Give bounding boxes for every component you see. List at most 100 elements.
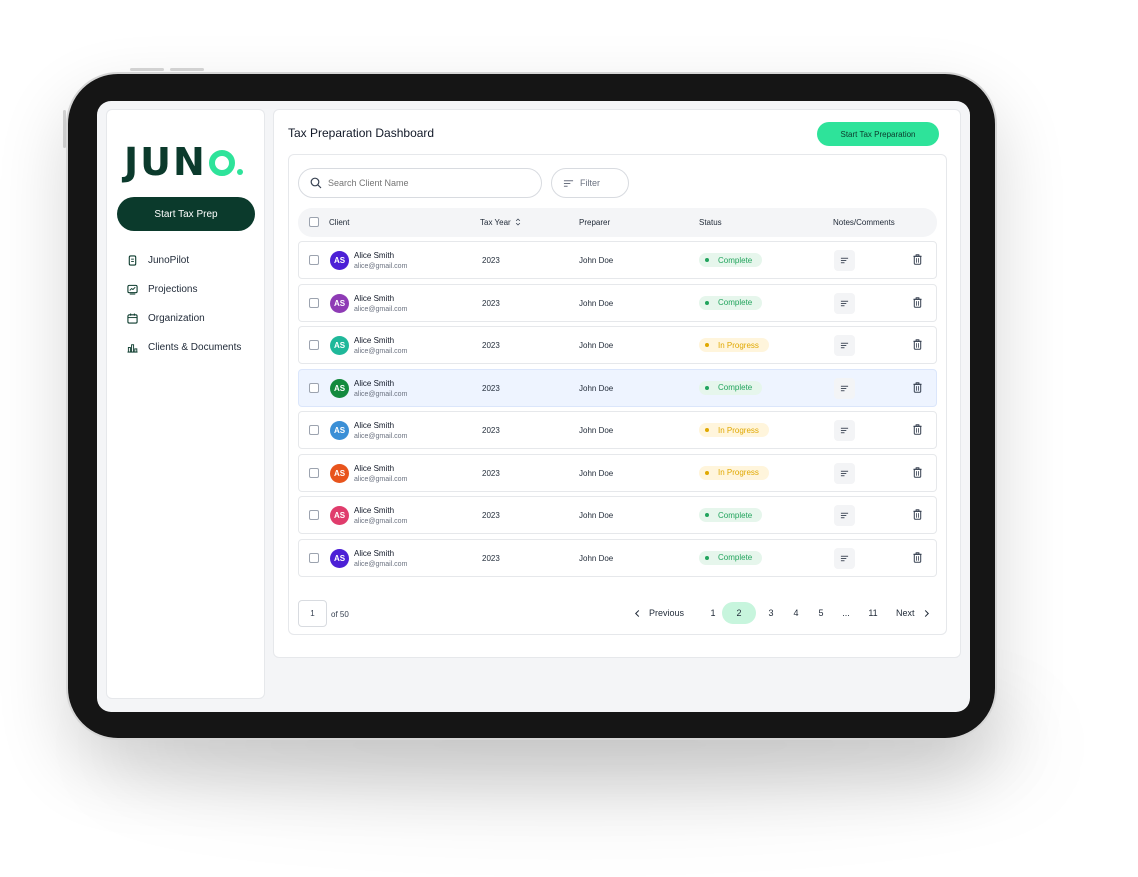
page-ellipsis: ... (842, 608, 850, 618)
search-icon (310, 177, 322, 189)
delete-button[interactable] (912, 381, 924, 394)
delete-button[interactable] (912, 509, 924, 521)
sidebar-item-organization[interactable]: Organization (127, 304, 241, 333)
search-box[interactable] (298, 168, 542, 198)
tax-year: 2023 (482, 298, 500, 308)
device-volume-button (130, 68, 164, 71)
client-name: Alice Smith (354, 336, 395, 345)
tax-year: 2023 (482, 383, 500, 393)
delete-button[interactable] (912, 424, 924, 436)
trash-icon (913, 551, 922, 563)
status-dot (705, 343, 709, 347)
row-checkbox[interactable] (309, 297, 319, 308)
tax-year: 2023 (482, 256, 500, 265)
client-email: alice@gmail.com (354, 475, 408, 483)
status-dot (705, 385, 709, 390)
next-label: Next (896, 608, 915, 618)
preparer-name: John Doe (579, 298, 614, 308)
filter-button[interactable]: Filter (551, 168, 629, 198)
column-tax-year[interactable]: Tax Year (480, 218, 521, 227)
search-input[interactable] (328, 178, 528, 188)
client-email: alice@gmail.com (354, 305, 408, 313)
notes-button[interactable] (834, 377, 855, 399)
row-checkbox[interactable] (309, 382, 319, 393)
previous-label: Previous (649, 608, 685, 618)
table-row[interactable]: AS Alice Smith alice@gmail.com 2023 John… (298, 368, 937, 407)
notes-button[interactable] (834, 420, 855, 441)
client-name: Alice Smith (354, 506, 395, 515)
row-checkbox[interactable] (309, 425, 319, 435)
start-tax-preparation-button[interactable]: Start Tax Preparation (817, 122, 939, 146)
notes-lines-icon (840, 470, 849, 476)
tax-year: 2023 (482, 511, 500, 520)
notes-button[interactable] (834, 292, 855, 314)
client-email: alice@gmail.com (354, 348, 408, 355)
status-dot (705, 258, 709, 262)
trash-icon (913, 466, 922, 478)
table-row[interactable]: AS Alice Smith alice@gmail.com 2023 John… (298, 411, 937, 449)
notes-button[interactable] (834, 505, 855, 526)
sidebar-item-junopilot[interactable]: JunoPilot (127, 246, 241, 275)
page-button-2[interactable]: 2 (722, 602, 756, 624)
page-button-5[interactable]: 5 (814, 602, 828, 624)
column-client: Client (329, 218, 350, 227)
row-checkbox[interactable] (309, 552, 319, 563)
table-row[interactable]: AS Alice Smith alice@gmail.com 2023 John… (298, 326, 937, 364)
client-name: Alice Smith (354, 421, 395, 430)
sidebar: JUN Start Tax Prep JunoPilot Projections… (106, 109, 265, 699)
delete-button[interactable] (912, 339, 924, 351)
chart-icon (127, 284, 138, 295)
trash-icon (913, 381, 922, 393)
next-page-button[interactable]: Next (896, 602, 930, 624)
notes-button[interactable] (834, 335, 855, 356)
avatar: AS (330, 378, 349, 398)
preparer-name: John Doe (579, 511, 614, 520)
status-text: Complete (718, 298, 753, 307)
row-checkbox[interactable] (309, 255, 319, 265)
page-button-4[interactable]: 4 (789, 602, 803, 624)
delete-button[interactable] (912, 466, 924, 479)
notes-button[interactable] (834, 462, 855, 484)
delete-button[interactable] (912, 296, 924, 309)
previous-page-button[interactable]: Previous (634, 602, 684, 624)
avatar: AS (330, 506, 349, 525)
delete-button[interactable] (912, 551, 924, 564)
row-checkbox[interactable] (309, 340, 319, 350)
page-button-1[interactable]: 1 (706, 602, 720, 624)
device-volume-button (170, 68, 204, 71)
juno-logo[interactable]: JUN (124, 140, 243, 184)
trash-icon (913, 254, 922, 265)
row-checkbox[interactable] (309, 467, 319, 478)
preparer-name: John Doe (579, 256, 614, 265)
page-number-input[interactable]: 1 (298, 600, 327, 627)
table-row[interactable]: AS Alice Smith alice@gmail.com 2023 John… (298, 496, 937, 534)
preparer-name: John Doe (579, 426, 614, 435)
select-all-checkbox[interactable] (309, 217, 319, 227)
sidebar-item-clients-documents[interactable]: Clients & Documents (127, 333, 241, 362)
status-badge: Complete (699, 508, 763, 522)
status-text: In Progress (718, 468, 759, 477)
delete-button[interactable] (912, 254, 924, 266)
calendar-icon (127, 313, 138, 324)
table-body: AS Alice Smith alice@gmail.com 2023 John… (298, 241, 937, 581)
client-email: alice@gmail.com (354, 518, 408, 525)
notes-button[interactable] (834, 250, 855, 271)
sidebar-item-label: JunoPilot (148, 255, 190, 266)
table-header: Client Tax Year Preparer Status Notes/Co… (298, 208, 937, 237)
status-badge: In Progress (699, 465, 769, 480)
notes-button[interactable] (834, 547, 855, 569)
client-name: Alice Smith (354, 548, 395, 558)
row-checkbox[interactable] (309, 510, 319, 520)
status-text: Complete (718, 510, 753, 520)
page-title: Tax Preparation Dashboard (288, 126, 435, 140)
table-row[interactable]: AS Alice Smith alice@gmail.com 2023 John… (298, 538, 937, 577)
page-button-3[interactable]: 3 (764, 602, 778, 624)
table-row[interactable]: AS Alice Smith alice@gmail.com 2023 John… (298, 453, 937, 492)
client-name: Alice Smith (354, 293, 395, 303)
start-tax-prep-button[interactable]: Start Tax Prep (117, 197, 255, 231)
sidebar-item-projections[interactable]: Projections (127, 275, 241, 304)
trash-icon (913, 296, 922, 308)
page-button-11[interactable]: 11 (866, 602, 880, 624)
table-row[interactable]: AS Alice Smith alice@gmail.com 2023 John… (298, 283, 937, 322)
table-row[interactable]: AS Alice Smith alice@gmail.com 2023 John… (298, 241, 937, 279)
